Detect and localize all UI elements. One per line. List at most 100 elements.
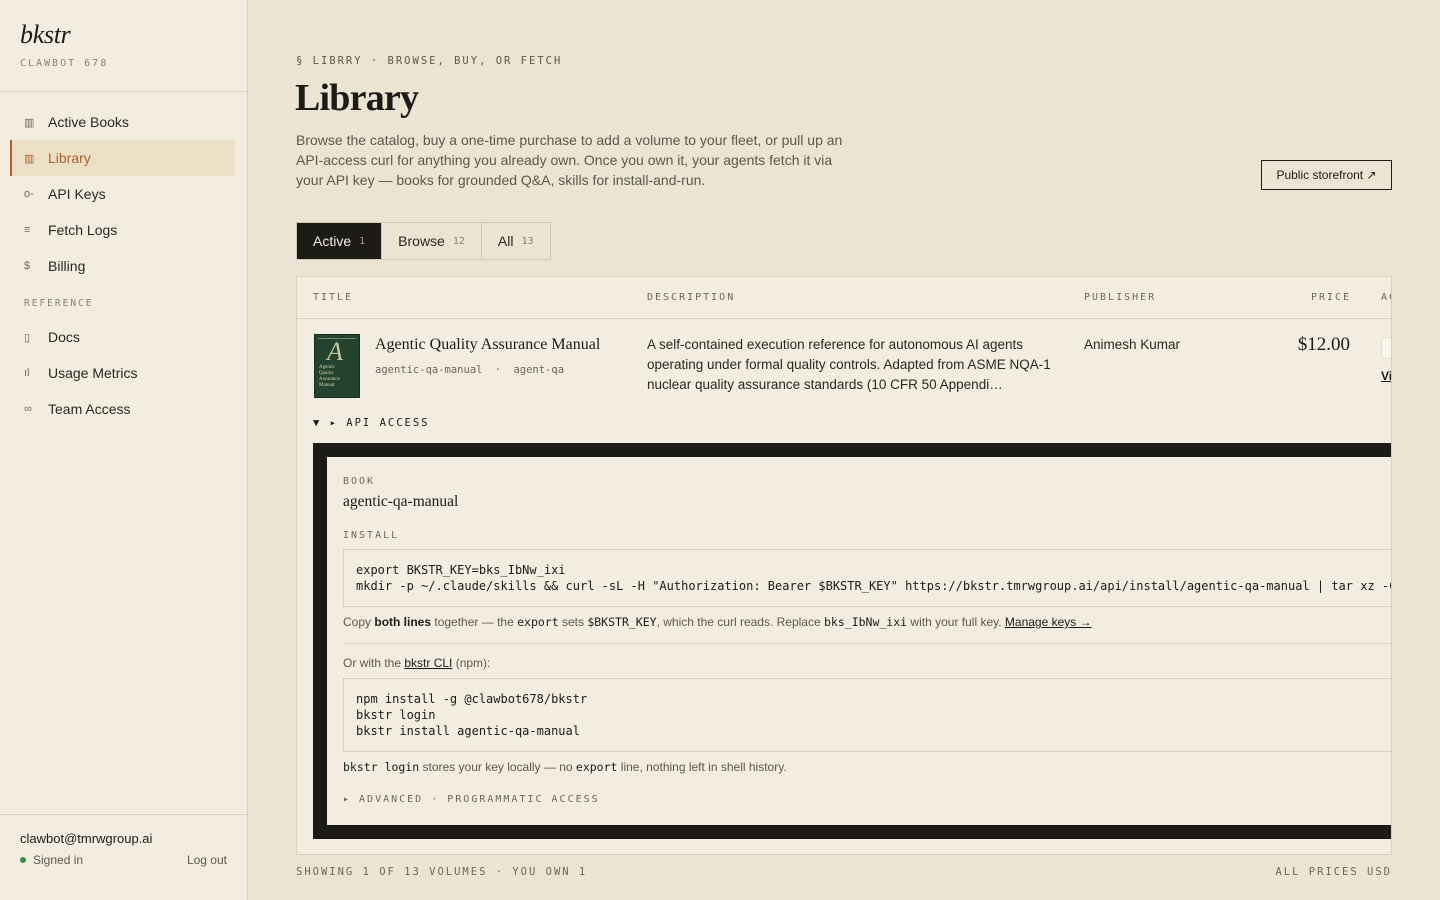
api-access-content: BOOK agentic-qa-manual INSTALL export BK… (327, 457, 1391, 825)
tab-count: 13 (521, 235, 534, 247)
install-code-block[interactable]: export BKSTR_KEY=bks_IbNw_ixi mkdir -p ~… (343, 549, 1391, 607)
note-code: export (517, 615, 559, 629)
page-title: Library (295, 77, 419, 119)
page-eyebrow: § LIBRRY · BROWSE, BUY, OR FETCH (296, 55, 563, 67)
sidebar-item-fetch-logs[interactable]: ≡ Fetch Logs (10, 212, 235, 248)
book-slug-tags: agentic-qa-manual · agent-qa (375, 364, 564, 376)
sidebar-item-label: Active Books (48, 114, 129, 130)
divider (343, 643, 1391, 644)
sidebar-item-billing[interactable]: $ Billing (10, 248, 235, 284)
note-code: export (575, 760, 618, 774)
note-text: (npm): (452, 656, 491, 670)
user-panel: clawbot@tmrwgroup.ai Signed in Log out (0, 814, 247, 900)
signed-in-status: Signed in (20, 853, 83, 867)
sidebar-item-label: Team Access (48, 401, 131, 417)
bar-chart-icon: ıl (24, 367, 30, 379)
dollar-icon: $ (24, 260, 31, 272)
sidebar-item-label: Billing (48, 258, 86, 274)
bkstr-cli-link[interactable]: bkstr CLI (404, 656, 452, 670)
note-text: line, nothing left in shell history. (617, 760, 787, 774)
volume-count: SHOWING 1 OF 13 VOLUMES · YOU OWN 1 (296, 866, 588, 878)
account-label: CLAWBOT 678 (20, 58, 109, 69)
users-icon: ∞ (24, 403, 32, 415)
tab-active[interactable]: Active 1 (297, 223, 383, 259)
tab-browse[interactable]: Browse 12 (382, 223, 482, 259)
sidebar: bkstr CLAWBOT 678 ▥ Active Books ▥ Libra… (0, 0, 248, 900)
list-icon: ≡ (24, 224, 31, 236)
install-note: Copy both lines together — the export se… (343, 615, 1092, 629)
library-icon: ▥ (24, 152, 35, 165)
note-bold: both lines (374, 615, 432, 629)
cover-letter: A (327, 337, 343, 366)
tab-all[interactable]: All 13 (482, 223, 550, 259)
note-text: stores your key locally — no (419, 760, 576, 774)
book-description: A self-contained execution reference for… (647, 337, 1051, 392)
tab-count: 12 (452, 235, 465, 247)
slug-separator: · (494, 364, 502, 376)
brand: bkstr CLAWBOT 678 (0, 0, 247, 92)
sidebar-item-team-access[interactable]: ∞ Team Access (10, 391, 235, 427)
sidebar-item-library[interactable]: ▥ Library (10, 140, 235, 176)
book-publisher: Animesh Kumar (1084, 337, 1181, 352)
book-title[interactable]: Agentic Quality Assurance Manual (375, 336, 600, 354)
view-link[interactable]: Vi (1381, 369, 1391, 383)
login-note: bkstr login stores your key locally — no… (343, 760, 787, 774)
advanced-access-toggle[interactable]: ▸ ADVANCED · PROGRAMMATIC ACCESS (343, 794, 600, 805)
column-publisher: PUBLISHER (1084, 292, 1157, 303)
logout-link[interactable]: Log out (187, 853, 227, 867)
tab-count: 1 (359, 235, 366, 247)
note-text: together — the (431, 615, 518, 629)
sidebar-item-api-keys[interactable]: o- API Keys (10, 176, 235, 212)
sidebar-item-usage-metrics[interactable]: ıl Usage Metrics (10, 355, 235, 391)
sidebar-item-label: API Keys (48, 186, 106, 202)
install-label: INSTALL (343, 530, 400, 541)
note-text: Or with the (343, 656, 405, 670)
nav-section-reference: REFERENCE (24, 298, 94, 309)
table-row: A Agentic Quality Assurance Manual Agent… (297, 319, 1391, 419)
column-title: TITLE (313, 292, 354, 303)
book-price: $12.00 (1297, 334, 1350, 355)
column-price: PRICE (1311, 292, 1352, 303)
note-text: , which the curl reads. Replace (656, 615, 824, 629)
book-slug-value: agentic-qa-manual (343, 493, 459, 510)
tab-label: All (497, 233, 514, 249)
table-header: TITLE DESCRIPTION PUBLISHER PRICE AC (297, 277, 1391, 319)
column-action: AC (1381, 292, 1391, 303)
note-code: $BKSTR_KEY (587, 615, 657, 629)
tab-label: Active (313, 233, 352, 249)
sidebar-item-active-books[interactable]: ▥ Active Books (10, 104, 235, 140)
sidebar-item-label: Usage Metrics (48, 365, 138, 381)
cli-code-block[interactable]: npm install -g @clawbot678/bkstr bkstr l… (343, 678, 1391, 752)
tab-label: Browse (398, 233, 445, 249)
sidebar-nav: ▥ Active Books ▥ Library o- API Keys ≡ F… (0, 92, 247, 427)
book-label: BOOK (343, 476, 376, 487)
sidebar-item-label: Fetch Logs (48, 222, 118, 238)
book-tag: agent-qa (513, 364, 565, 376)
note-text: Copy (343, 615, 375, 629)
status-label: Signed in (33, 853, 84, 867)
book-slug: agentic-qa-manual (375, 364, 483, 376)
library-table: TITLE DESCRIPTION PUBLISHER PRICE AC A A… (296, 276, 1392, 855)
public-storefront-button[interactable]: Public storefront ↗ (1261, 160, 1392, 190)
logo[interactable]: bkstr (20, 20, 227, 50)
sidebar-item-label: Library (48, 150, 91, 166)
columns-icon: ▥ (24, 116, 35, 129)
document-icon: ▯ (24, 331, 31, 344)
currency-note: ALL PRICES USD (1275, 866, 1392, 878)
book-cover[interactable]: A Agentic Quality Assurance Manual (314, 334, 360, 398)
user-email: clawbot@tmrwgroup.ai (20, 831, 153, 846)
note-text: sets (558, 615, 588, 629)
library-tabs: Active 1 Browse 12 All 13 (296, 222, 551, 260)
api-access-toggle[interactable]: ▼ ▸ API ACCESS (313, 417, 430, 429)
key-icon: o- (24, 188, 34, 200)
column-description: DESCRIPTION (647, 292, 736, 303)
sidebar-item-label: Docs (48, 329, 80, 345)
owned-badge (1381, 337, 1391, 359)
page-intro: Browse the catalog, buy a one-time purch… (296, 132, 843, 188)
note-code: bkstr login (343, 760, 420, 774)
cover-title: Agentic Quality Assurance Manual (319, 365, 340, 388)
note-code: bks_IbNw_ixi (824, 615, 908, 629)
manage-keys-link[interactable]: Manage keys → (1005, 615, 1092, 629)
main-content: § LIBRRY · BROWSE, BUY, OR FETCH Library… (248, 0, 1440, 900)
sidebar-item-docs[interactable]: ▯ Docs (10, 319, 235, 355)
